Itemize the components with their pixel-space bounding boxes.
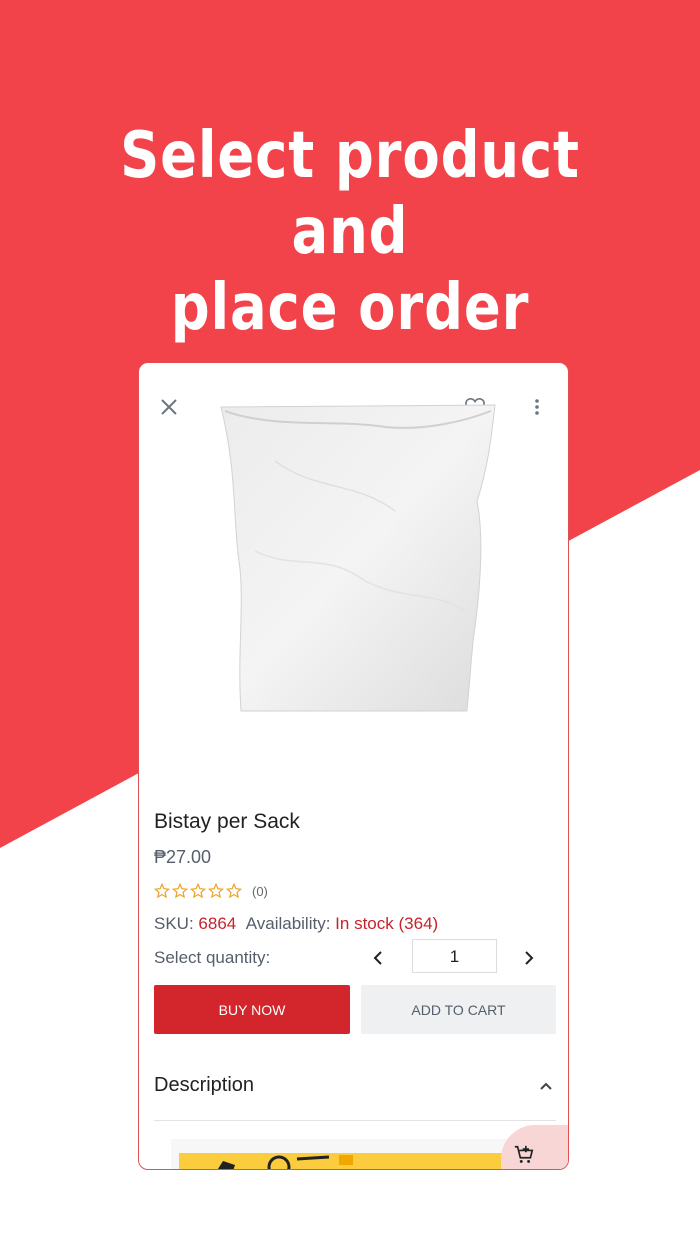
cart-fab-button[interactable] xyxy=(501,1125,568,1169)
rating-count: (0) xyxy=(252,883,268,899)
description-image xyxy=(171,1139,511,1169)
sku-availability-line: SKU: 6864 Availability: In stock (364) xyxy=(154,914,438,934)
quantity-label: Select quantity: xyxy=(154,948,271,967)
headline-line-2: place order xyxy=(170,271,530,345)
divider xyxy=(154,1120,556,1121)
product-name: Bistay per Sack xyxy=(154,810,300,833)
product-price: ₱27.00 xyxy=(154,847,212,867)
star-outline-icon xyxy=(208,883,224,899)
more-vertical-icon xyxy=(535,399,539,415)
product-detail-screen: Bistay per Sack ₱27.00 (0) SKU: 6864 Ava… xyxy=(138,362,569,1170)
quantity-decrease-button[interactable] xyxy=(363,943,393,973)
add-shopping-cart-icon xyxy=(514,1145,534,1163)
close-icon xyxy=(161,399,177,415)
description-toggle-button[interactable] xyxy=(533,1073,559,1099)
buy-now-button[interactable]: BUY NOW xyxy=(154,985,350,1034)
star-outline-icon xyxy=(226,883,242,899)
description-title: Description xyxy=(154,1074,255,1096)
star-outline-icon xyxy=(154,883,170,899)
headline: Select product and place order xyxy=(53,118,648,346)
chevron-left-icon xyxy=(373,951,382,965)
tools-illustration xyxy=(217,1155,353,1169)
rating-stars: (0) xyxy=(154,883,268,899)
quantity-increase-button[interactable] xyxy=(514,943,544,973)
availability-value: In stock xyxy=(335,914,394,933)
chevron-up-icon xyxy=(540,1082,552,1090)
product-image xyxy=(220,404,496,712)
stock-count: (364) xyxy=(398,914,439,933)
more-options-button[interactable] xyxy=(523,391,551,423)
chevron-right-icon xyxy=(525,951,534,965)
availability-label: Availability: xyxy=(245,914,331,933)
add-to-cart-button[interactable]: ADD TO CART xyxy=(361,985,556,1034)
star-outline-icon xyxy=(172,883,188,899)
description-banner xyxy=(179,1153,511,1169)
sku-label: SKU: xyxy=(154,914,194,933)
quantity-input[interactable]: 1 xyxy=(412,939,497,973)
sku-value: 6864 xyxy=(198,914,237,933)
headline-line-1: Select product and xyxy=(120,119,580,269)
star-outline-icon xyxy=(190,883,206,899)
close-button[interactable] xyxy=(153,391,185,423)
